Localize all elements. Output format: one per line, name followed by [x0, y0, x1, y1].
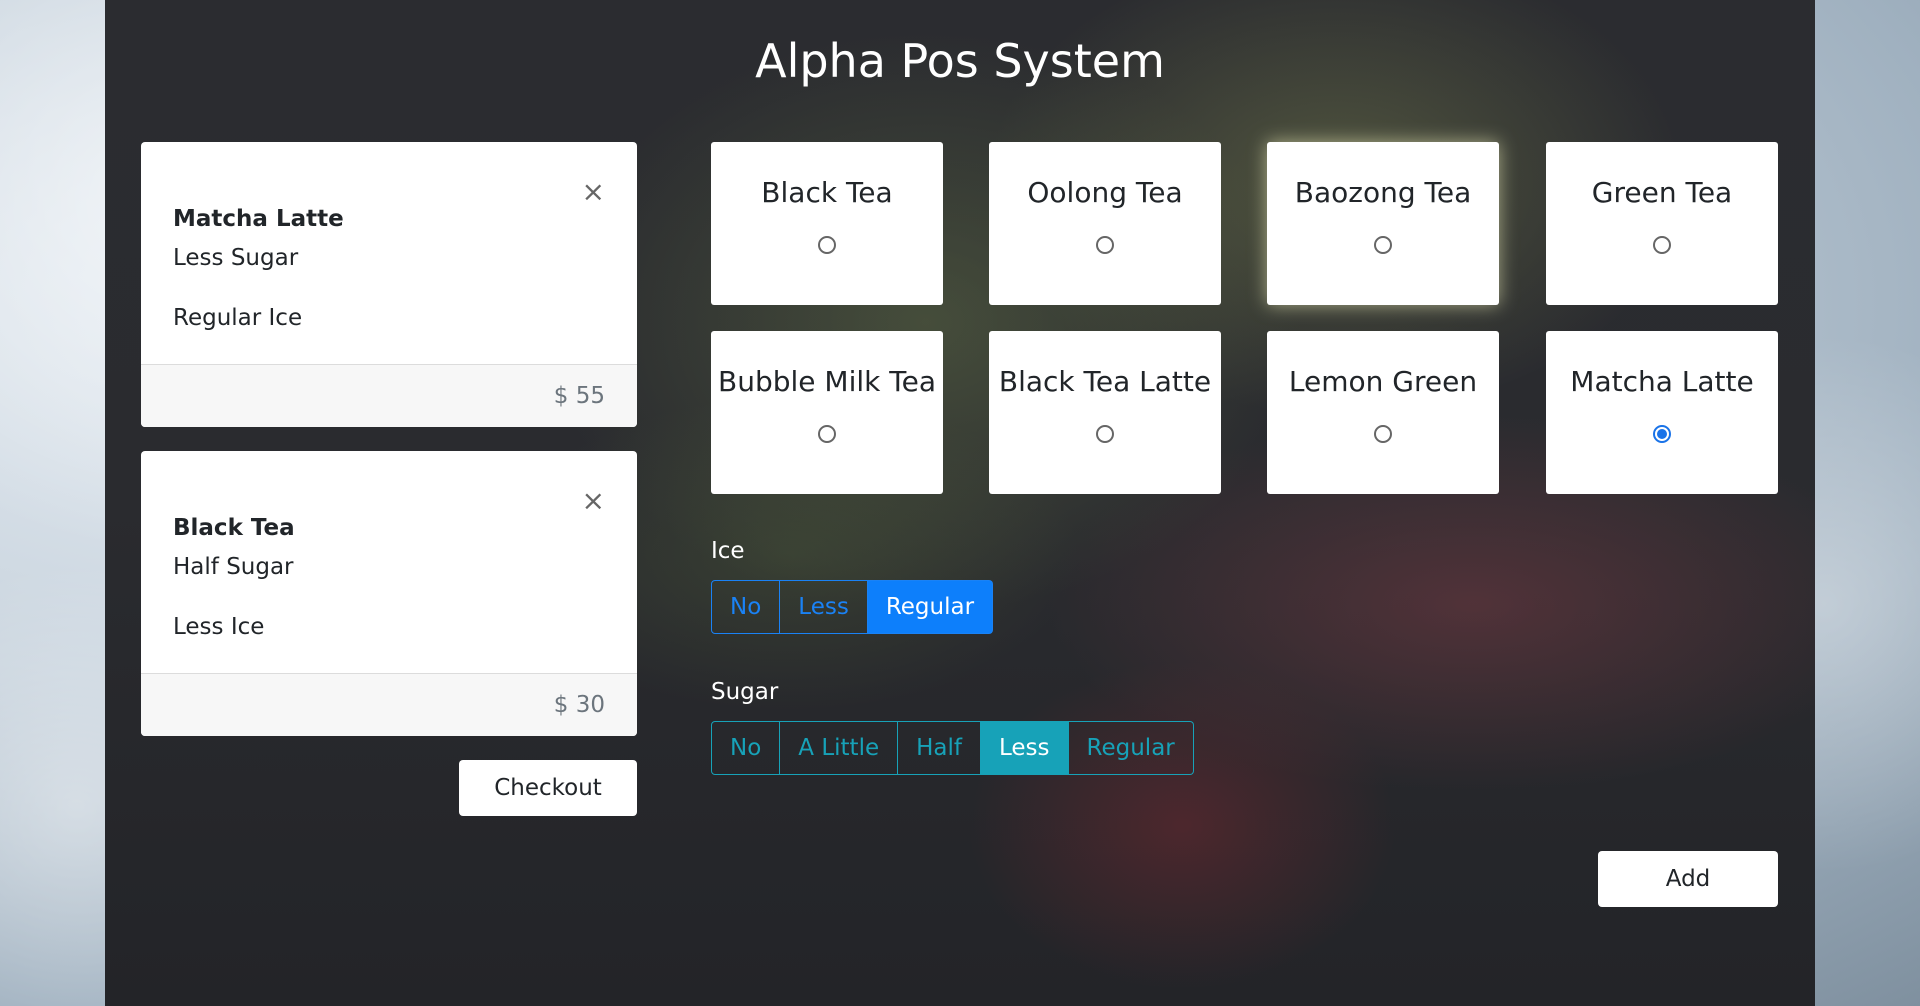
drink-radio[interactable] — [1096, 236, 1114, 254]
pos-panel: Alpha Pos System × Matcha Latte Less Sug… — [105, 0, 1815, 1006]
drink-name: Green Tea — [1591, 176, 1733, 209]
drink-radio[interactable] — [1374, 236, 1392, 254]
drink-radio-checked[interactable] — [1653, 425, 1671, 443]
drink-name: Bubble Milk Tea — [718, 365, 936, 398]
ice-button-group: No Less Regular — [711, 580, 994, 634]
drink-radio[interactable] — [1653, 236, 1671, 254]
drink-name: Black Tea Latte — [998, 365, 1212, 398]
checkout-button[interactable]: Checkout — [459, 760, 637, 816]
cart-item-footer: $ 30 — [141, 673, 637, 736]
sugar-option-less[interactable]: Less — [981, 721, 1069, 775]
cart-item-name: Black Tea — [173, 515, 295, 541]
sugar-option-half[interactable]: Half — [898, 721, 981, 775]
drink-card-black-tea-latte[interactable]: Black Tea Latte — [989, 331, 1221, 494]
cart-item-price: $ 55 — [553, 383, 605, 409]
sugar-button-group: No A Little Half Less Regular — [711, 721, 1194, 775]
close-icon[interactable]: × — [582, 178, 605, 206]
drink-name: Baozong Tea — [1294, 176, 1472, 209]
drink-card-matcha-latte[interactable]: Matcha Latte — [1546, 331, 1778, 494]
ice-option-regular[interactable]: Regular — [867, 580, 994, 634]
cart-item-footer: $ 55 — [141, 364, 637, 427]
cart-item-ice: Less Ice — [173, 614, 265, 640]
drink-radio[interactable] — [1096, 425, 1114, 443]
drink-name: Lemon Green — [1288, 365, 1478, 398]
drink-card-lemon-green[interactable]: Lemon Green — [1267, 331, 1499, 494]
drink-name: Oolong Tea — [1027, 176, 1183, 209]
drink-card-black-tea[interactable]: Black Tea — [711, 142, 943, 305]
sugar-option-regular[interactable]: Regular — [1068, 721, 1194, 775]
ice-option-less[interactable]: Less — [780, 580, 868, 634]
close-icon[interactable]: × — [582, 487, 605, 515]
ice-label: Ice — [711, 538, 745, 564]
drink-radio[interactable] — [1374, 425, 1392, 443]
add-button[interactable]: Add — [1598, 851, 1778, 907]
drink-card-oolong-tea[interactable]: Oolong Tea — [989, 142, 1221, 305]
cart-item: × Black Tea Half Sugar Less Ice $ 30 — [141, 451, 637, 736]
cart-item: × Matcha Latte Less Sugar Regular Ice $ … — [141, 142, 637, 427]
sugar-label: Sugar — [711, 679, 779, 705]
drink-radio[interactable] — [818, 425, 836, 443]
drink-card-bubble-milk-tea[interactable]: Bubble Milk Tea — [711, 331, 943, 494]
drink-card-green-tea[interactable]: Green Tea — [1546, 142, 1778, 305]
ice-option-no[interactable]: No — [711, 580, 781, 634]
cart-item-sugar: Half Sugar — [173, 554, 294, 580]
sugar-option-no[interactable]: No — [711, 721, 781, 775]
cart-item-ice: Regular Ice — [173, 305, 303, 331]
cart-item-price: $ 30 — [553, 692, 605, 718]
page-title: Alpha Pos System — [755, 34, 1165, 88]
drink-name: Matcha Latte — [1570, 365, 1754, 398]
drink-radio[interactable] — [818, 236, 836, 254]
cart-item-name: Matcha Latte — [173, 206, 344, 232]
sugar-option-a-little[interactable]: A Little — [780, 721, 899, 775]
drink-card-baozong-tea[interactable]: Baozong Tea — [1267, 142, 1499, 305]
cart-item-sugar: Less Sugar — [173, 245, 299, 271]
drink-name: Black Tea — [761, 176, 893, 209]
